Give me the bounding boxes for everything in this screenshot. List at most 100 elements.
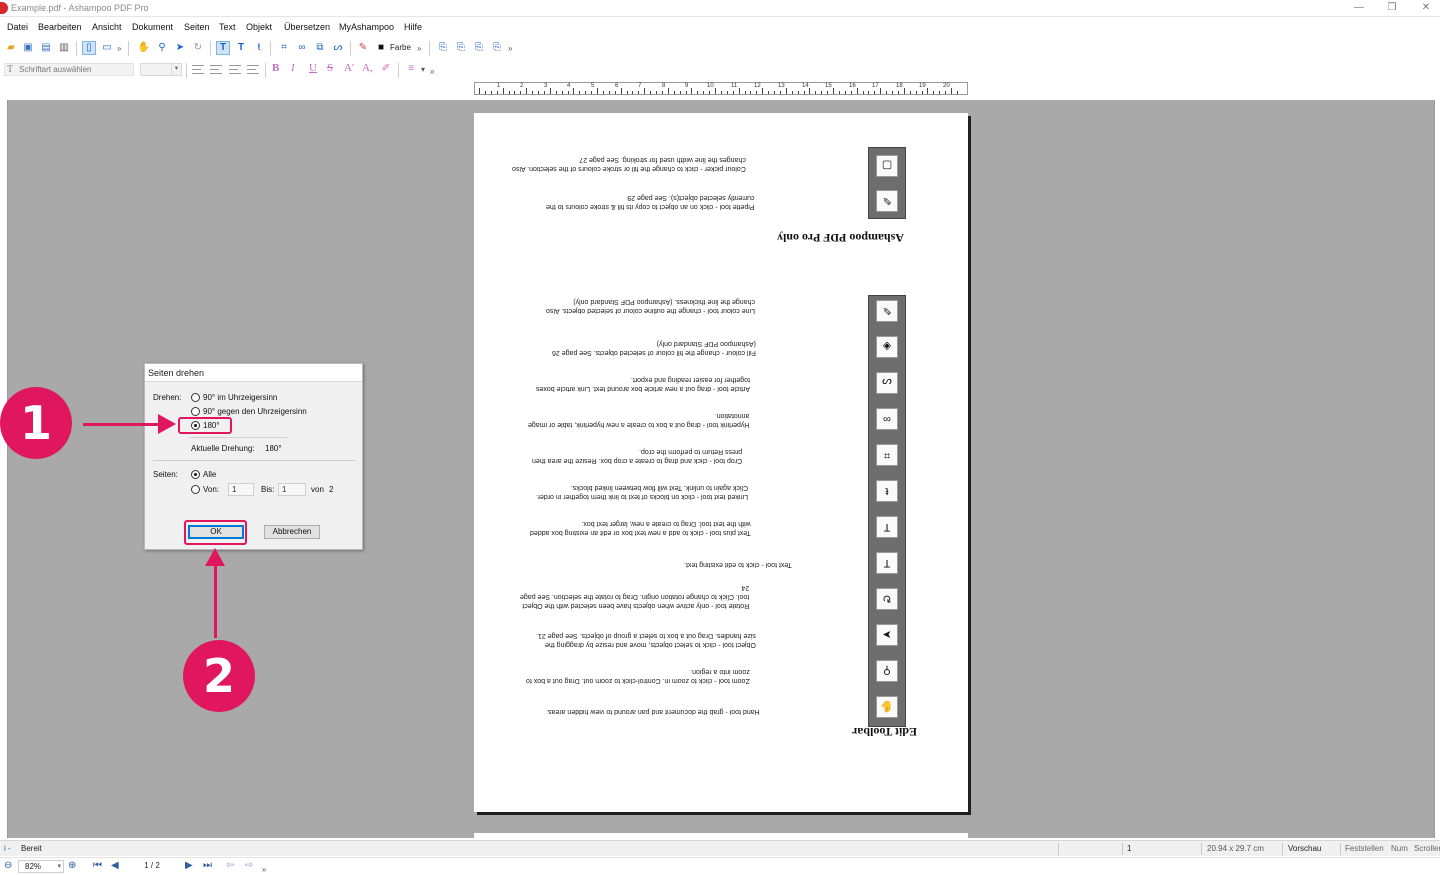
toolbar-overflow-icon[interactable]: » [430,67,434,76]
ruler-tick [809,88,811,94]
text-icon: T [876,552,898,574]
pages-all-radio[interactable] [191,470,200,479]
crop-tool-icon[interactable]: ⌗ [277,41,291,55]
entry-text-plus: Text plus tool - click to add a new text… [530,519,751,537]
zoom-out-icon[interactable]: ⊖ [4,860,12,871]
bold-button[interactable]: B [272,62,279,74]
chevron-down-icon[interactable]: ▾ [421,65,425,74]
entry-line: Text tool - click to edit existing text. [684,561,792,568]
pages-from-label[interactable]: Von: [203,485,219,494]
entry-line: Click again to unlink. Text will flow be… [570,484,749,491]
arrow-2-head [205,548,225,566]
single-page-view-icon[interactable]: ▯ [82,41,96,55]
previous-page-icon[interactable]: ◀ [111,860,119,871]
toolbar-overflow-icon[interactable]: » [508,44,512,53]
page-delete-icon[interactable]: ⎘ [490,41,504,55]
from-page-input[interactable]: 1 [228,483,254,496]
next-page-icon[interactable]: ▶ [185,860,193,871]
ruler-number: 7 [638,83,642,89]
ruler-tick [614,91,616,94]
rotate-tool-icon[interactable]: ↻ [191,41,205,55]
align-left-icon[interactable] [192,65,204,74]
strikethrough-button[interactable]: S [327,62,333,74]
toolbar-overflow-icon[interactable]: » [117,44,121,53]
object-tool-icon[interactable]: ➤ [173,41,187,55]
article-tool-icon[interactable]: ⧉ [313,41,327,55]
pdf-page[interactable]: Ashampoo PDF Pro only Edit Toolbar ▢ ✎ ✎… [474,113,968,812]
font-size-selector[interactable]: ▼ [140,63,182,76]
close-button[interactable]: ✕ [1411,0,1440,17]
linked-text-tool-icon[interactable]: ŧ [252,41,266,55]
print-icon[interactable]: ▥ [57,41,71,55]
page-indicator[interactable]: 1 / 2 [124,860,180,873]
menu-myashampoo[interactable]: MyAshampoo [339,22,394,32]
menu-uebersetzen[interactable]: Übersetzen [284,22,330,32]
last-page-icon[interactable]: ⏭ [203,860,212,871]
italic-button[interactable]: I [291,62,295,74]
align-justify-icon[interactable] [247,65,259,74]
open-folder-icon[interactable]: ▰ [4,41,18,55]
to-page-input[interactable]: 1 [278,483,306,496]
superscript-button[interactable]: A' [344,62,354,74]
first-page-icon[interactable]: ⏮ [93,860,102,871]
subscript-button[interactable]: A, [362,62,373,74]
zoom-icon: ⚲ [876,660,898,682]
zoom-tool-icon[interactable]: ⚲ [155,41,169,55]
status-num-lock: Num [1391,844,1408,853]
hyperlink-tool-icon[interactable]: ∞ [295,41,309,55]
pipette-tool-icon[interactable]: ✎ [356,41,370,55]
rotate-icon: ↻ [876,588,898,610]
rotate-90-cw-label[interactable]: 90° im Uhrzeigersinn [203,393,277,402]
page-move-icon[interactable]: ⎘ [472,41,486,55]
menu-bearbeiten[interactable]: Bearbeiten [38,22,82,32]
line-spacing-icon[interactable]: ≡ [404,62,418,76]
zoom-selector[interactable]: 82% ▾ [18,860,64,873]
color-swatch-icon[interactable]: ■ [374,41,388,55]
menu-datei[interactable]: Datei [7,22,28,32]
menu-ansicht[interactable]: Ansicht [92,22,122,32]
page-insert-icon[interactable]: ⎘ [436,41,450,55]
underline-button[interactable]: U [309,62,317,74]
font-selector-placeholder: Schriftart auswählen [19,65,92,74]
minimize-button[interactable]: — [1344,0,1374,17]
zoom-in-icon[interactable]: ⊕ [68,860,76,871]
page-extract-icon[interactable]: ⎘ [454,41,468,55]
ruler-tick [726,91,728,94]
align-right-icon[interactable] [229,65,241,74]
history-back-icon[interactable]: ⇦ [226,860,234,871]
chevron-down-icon[interactable]: ▼ [171,64,181,75]
ruler-tick [597,88,598,94]
line-tool-icon[interactable]: ᔕ [331,41,345,55]
pages-range-radio[interactable] [191,485,200,494]
maximize-button[interactable]: ❐ [1377,0,1407,17]
article-icon: ᔕ [876,372,898,394]
rotate-90-cw-radio[interactable] [191,393,200,402]
menu-objekt[interactable]: Objekt [246,22,272,32]
rotate-90-ccw-radio[interactable] [191,407,200,416]
cancel-button[interactable]: Abbrechen [264,525,320,539]
history-forward-icon[interactable]: ⇨ [245,860,253,871]
toolbar-overflow-icon[interactable]: » [417,44,421,53]
text-plus-tool-icon[interactable]: T [234,41,248,55]
save-icon[interactable]: ▣ [21,41,35,55]
align-center-icon[interactable] [210,65,222,74]
text-tool-icon[interactable]: T [216,41,230,55]
zoom-value: 82% [25,862,42,871]
menu-seiten[interactable]: Seiten [184,22,210,32]
menu-dokument[interactable]: Dokument [132,22,173,32]
ruler-number: 14 [802,83,809,89]
vertical-scrollbar[interactable] [1434,100,1440,838]
continuous-view-icon[interactable]: ▭ [100,41,114,55]
menu-hilfe[interactable]: Hilfe [404,22,422,32]
hand-tool-icon[interactable]: ✋ [137,41,151,55]
pages-all-label[interactable]: Alle [203,470,216,479]
menu-text[interactable]: Text [219,22,236,32]
font-selector[interactable]: T Schriftart auswählen [4,63,134,76]
ruler-tick [909,91,911,94]
toolbar-overflow-icon[interactable]: » [262,865,266,874]
rotate-90-ccw-label[interactable]: 90° gegen den Uhrzeigersinn [203,407,307,416]
chevron-down-icon[interactable]: ▾ [57,861,61,872]
color-button-label[interactable]: Farbe [390,43,411,52]
highlighter-icon[interactable]: ✐ [379,62,393,76]
save-as-icon[interactable]: ▤ [39,41,53,55]
